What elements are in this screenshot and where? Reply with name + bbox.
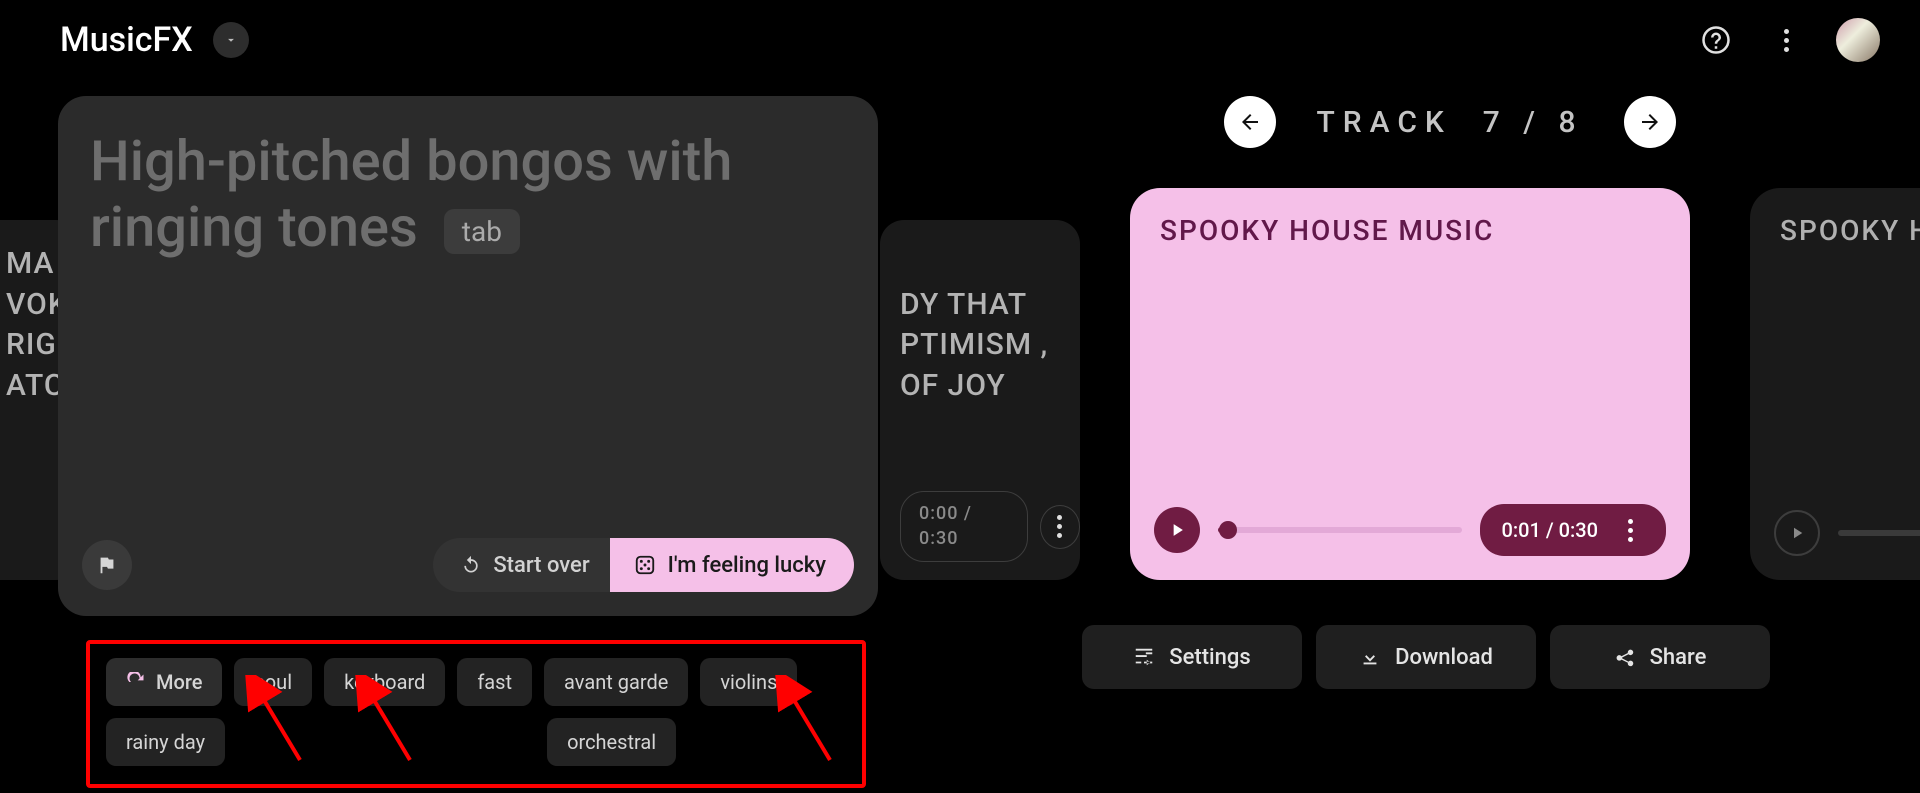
progress-bar[interactable] (1838, 530, 1920, 536)
play-icon (1167, 520, 1187, 540)
start-over-button[interactable]: Start over (433, 538, 613, 592)
chip-soul[interactable]: soul (234, 658, 312, 706)
track-position-label: TRACK 7 / 8 (1316, 105, 1583, 140)
chip-orchestral[interactable]: orchestral (547, 718, 676, 766)
track-actions: Settings Download Share (1082, 625, 1770, 689)
arrow-left-icon (1238, 110, 1262, 134)
more-vert-icon (1628, 519, 1633, 542)
track-card-next[interactable]: SPOOKY HO (1750, 188, 1920, 580)
help-icon (1701, 25, 1731, 55)
refresh-icon (126, 672, 146, 692)
track-card-title: SPOOKY HO (1780, 214, 1920, 247)
arrow-right-icon (1638, 110, 1662, 134)
feeling-lucky-label: I'm feeling lucky (668, 553, 826, 578)
download-icon (1359, 646, 1381, 668)
settings-icon (1133, 646, 1155, 668)
play-icon (1788, 524, 1806, 542)
track-nav: TRACK 7 / 8 (1200, 96, 1700, 148)
track-card-current: SPOOKY HOUSE MUSIC 0:01 / 0:30 (1130, 188, 1690, 580)
chevron-down-icon (224, 33, 238, 47)
share-button[interactable]: Share (1550, 625, 1770, 689)
settings-label: Settings (1169, 645, 1250, 670)
prompt-panel: High-pitched bongos with ringing tones t… (58, 96, 878, 616)
download-button[interactable]: Download (1316, 625, 1536, 689)
brand-title: MusicFX (60, 20, 193, 60)
share-label: Share (1650, 645, 1707, 670)
feeling-lucky-button[interactable]: I'm feeling lucky (610, 538, 854, 592)
app-header: MusicFX (0, 0, 1920, 80)
flag-button[interactable] (82, 540, 132, 590)
peek-time-badge[interactable]: 0:00 / 0:30 (900, 491, 1028, 562)
overflow-menu-button[interactable] (1766, 20, 1806, 60)
next-prompt-peek[interactable]: DY THAT PTIMISM , OF JOY 0:00 / 0:30 (880, 220, 1080, 580)
peek-more-button[interactable] (1040, 505, 1080, 549)
settings-button[interactable]: Settings (1082, 625, 1302, 689)
user-avatar[interactable] (1836, 18, 1880, 62)
chip-violins[interactable]: violins (700, 658, 797, 706)
dice-icon (634, 554, 656, 576)
prompt-placeholder: High-pitched bongos with ringing tones (90, 128, 732, 260)
suggestion-chips: More soul keyboard fast avant garde viol… (106, 658, 846, 766)
time-text: 0:01 / 0:30 (1502, 518, 1599, 542)
chip-avant-garde[interactable]: avant garde (544, 658, 688, 706)
prompt-input[interactable]: High-pitched bongos with ringing tones t… (90, 128, 846, 260)
track-next-button[interactable] (1624, 96, 1676, 148)
track-prev-button[interactable] (1224, 96, 1276, 148)
chip-fast[interactable]: fast (457, 658, 532, 706)
suggestion-chips-highlight: More soul keyboard fast avant garde viol… (86, 640, 866, 788)
tab-hint-chip: tab (444, 209, 520, 254)
time-display: 0:01 / 0:30 (1480, 504, 1667, 556)
play-button[interactable] (1154, 507, 1200, 553)
chip-keyboard[interactable]: keyboard (324, 658, 445, 706)
start-over-label: Start over (493, 553, 589, 578)
more-chip[interactable]: More (106, 658, 222, 706)
help-button[interactable] (1696, 20, 1736, 60)
track-more-button[interactable] (1616, 516, 1644, 544)
track-player: 0:01 / 0:30 (1154, 504, 1666, 556)
flag-icon (96, 554, 118, 576)
play-button[interactable] (1774, 510, 1820, 556)
peek-text: DY THAT PTIMISM , OF JOY (900, 285, 1060, 407)
chip-rainy-day[interactable]: rainy day (106, 718, 225, 766)
brand-dropdown[interactable] (213, 22, 249, 58)
more-vert-icon (1784, 29, 1789, 52)
more-vert-icon (1057, 515, 1062, 538)
restart-icon (461, 555, 481, 575)
share-icon (1614, 646, 1636, 668)
track-card-title: SPOOKY HOUSE MUSIC (1160, 214, 1660, 247)
more-chip-label: More (156, 670, 202, 694)
progress-bar[interactable] (1218, 527, 1462, 533)
download-label: Download (1395, 645, 1493, 670)
